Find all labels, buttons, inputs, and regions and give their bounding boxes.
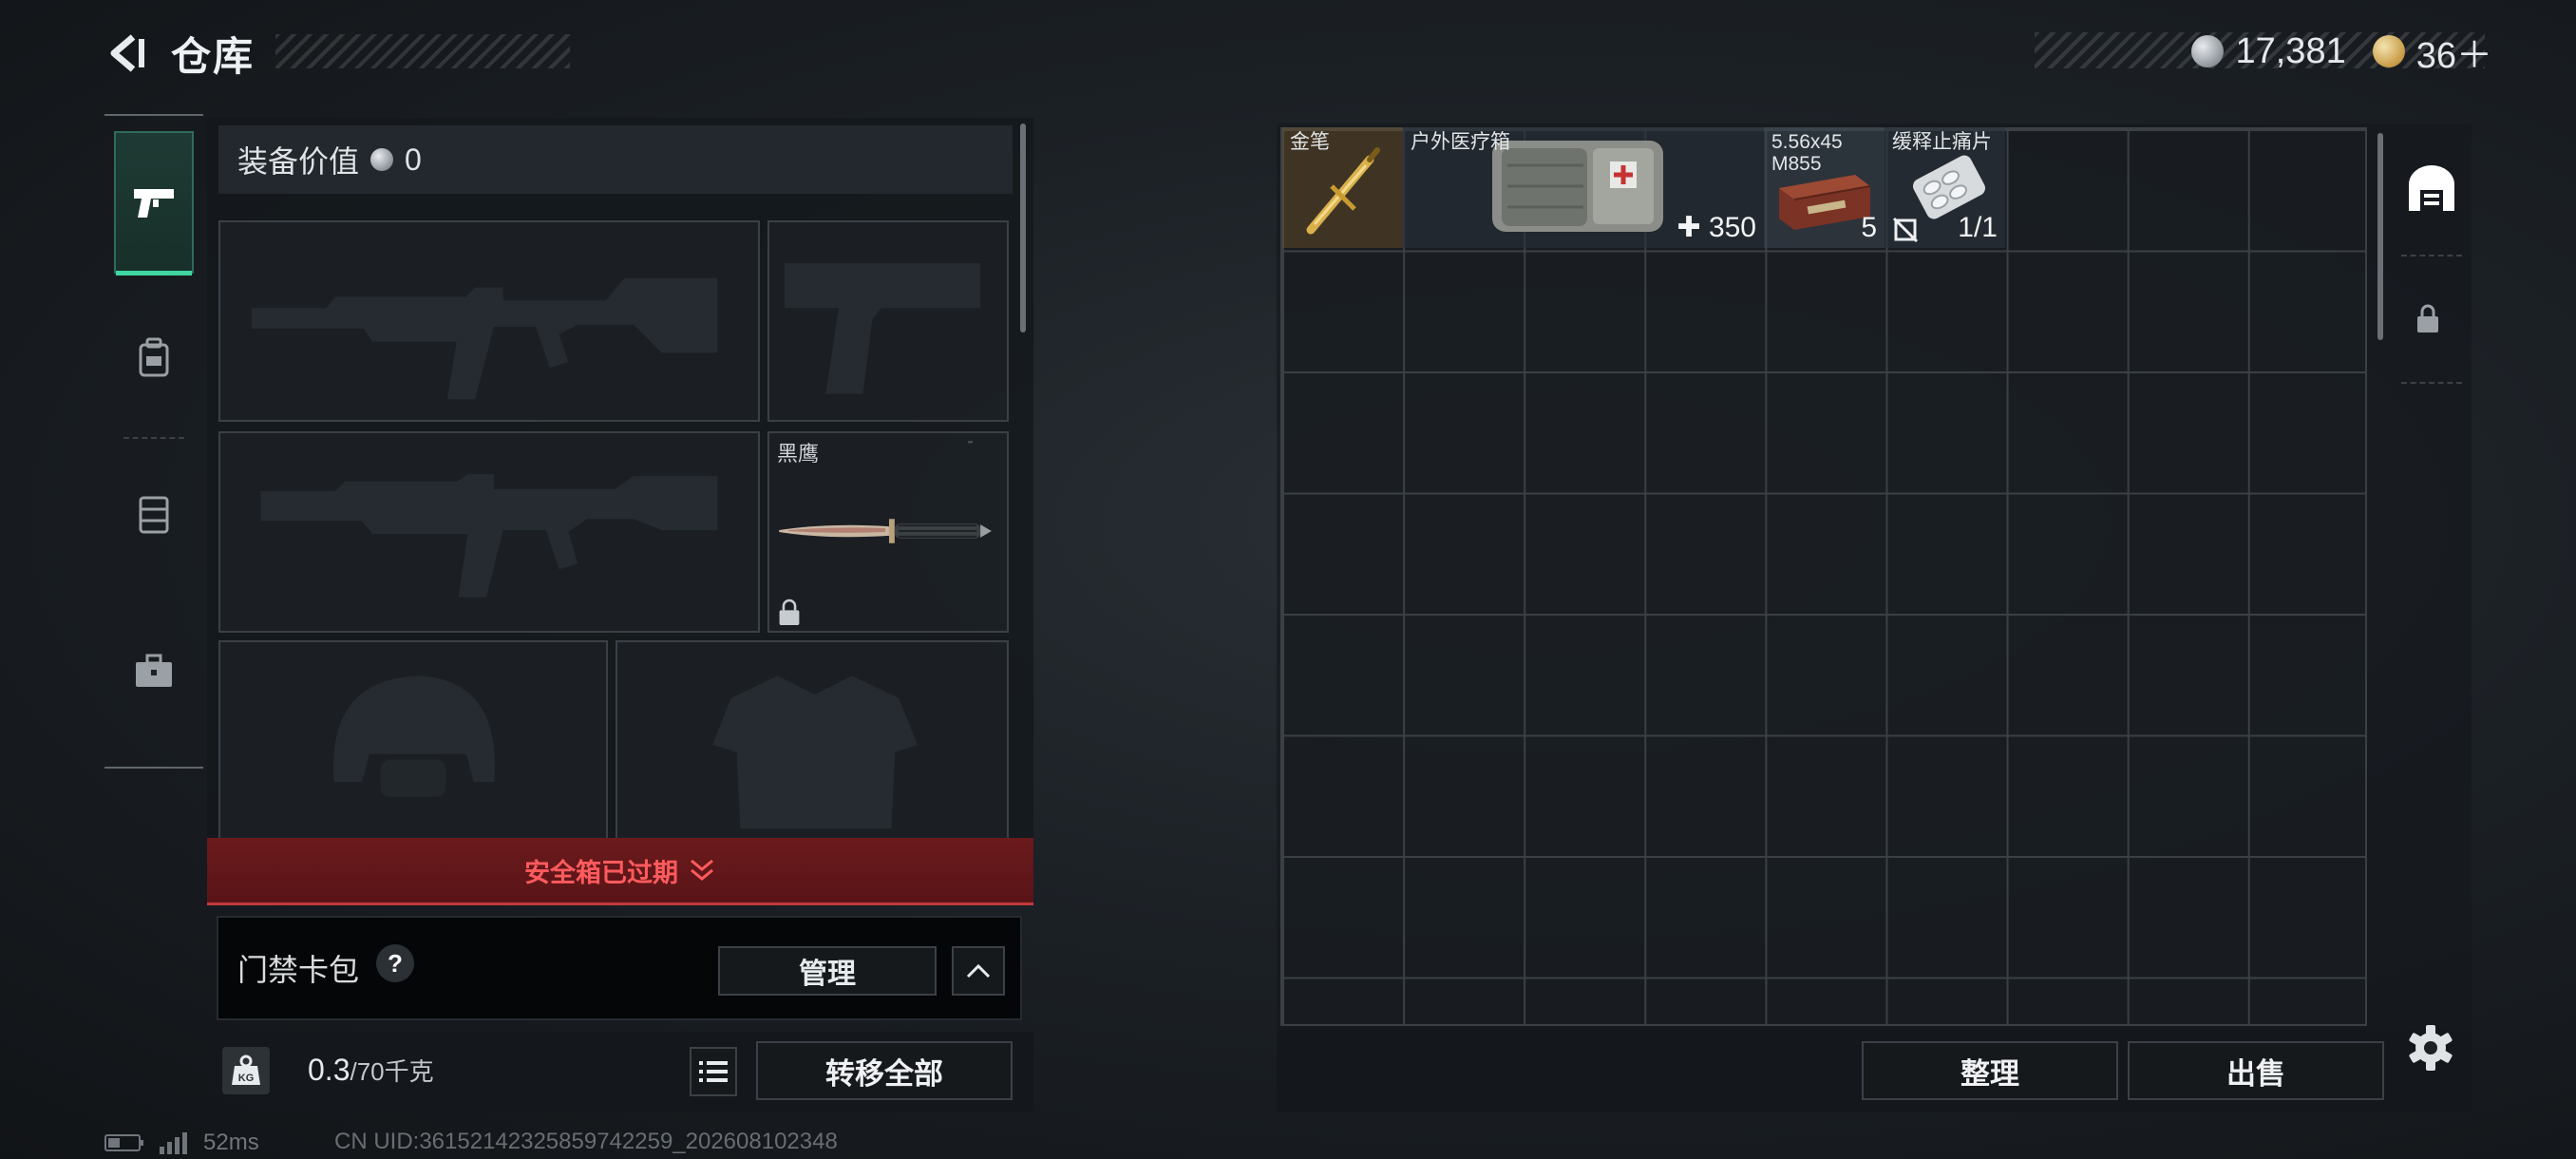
stash-item-gold-pen[interactable]: 金笔 xyxy=(1282,127,1403,248)
weight-current: 0.3 xyxy=(308,1053,350,1087)
currency-bar: 17,381 36＋ xyxy=(2191,27,2492,76)
silver-amount: 17,381 xyxy=(2235,30,2346,71)
plus-icon: ✚ xyxy=(1676,212,1709,243)
sell-button[interactable]: 出售 xyxy=(2128,1041,2384,1100)
silver-coin-icon xyxy=(370,148,394,171)
gold-amount[interactable]: 36＋ xyxy=(2416,26,2492,78)
lock-icon xyxy=(2417,304,2438,332)
primary-weapon-slot-2[interactable] xyxy=(218,431,760,633)
title-decoration xyxy=(275,34,570,68)
page-header: 仓库 xyxy=(104,27,255,80)
pistol-icon xyxy=(134,189,174,218)
double-chevron-down-icon xyxy=(691,859,713,881)
chevron-up-icon xyxy=(966,963,991,978)
tab-backpack[interactable] xyxy=(114,287,194,429)
equipment-value: 装备价值 0 xyxy=(218,125,1013,194)
pistol-slot[interactable] xyxy=(767,220,1009,422)
item-name: 金笔 xyxy=(1290,131,1330,153)
item-name: 户外医疗箱 xyxy=(1411,131,1510,153)
item-durability: ✚ 350 xyxy=(1676,211,1756,244)
transfer-all-button[interactable]: 转移全部 xyxy=(756,1041,1013,1100)
signal-icon xyxy=(160,1132,187,1154)
weight-icon: KG xyxy=(222,1047,270,1094)
equipment-value-label: 装备价值 xyxy=(237,144,360,179)
armor-silhouette-icon xyxy=(712,675,918,829)
keycard-wallet: 门禁卡包 ? 管理 xyxy=(217,916,1022,1020)
pistol-silhouette-icon xyxy=(785,263,981,394)
warehouse-icon xyxy=(2409,165,2454,211)
settings-gear-icon[interactable] xyxy=(2403,1020,2458,1075)
list-icon xyxy=(699,1061,728,1082)
item-count: 350 xyxy=(1708,212,1756,243)
weight-readout: 0.3/70千克 xyxy=(308,1053,434,1088)
swap-arrows-icon[interactable] xyxy=(967,439,1001,469)
equipment-value-amount: 0 xyxy=(405,142,422,177)
stash-item-ammo-556[interactable]: 5.56x45 M855 5 xyxy=(1764,127,1885,248)
tab-weapons[interactable] xyxy=(114,131,194,276)
item-count: 5 xyxy=(1861,212,1877,243)
lock-icon xyxy=(779,598,800,625)
item-count: 1/1 xyxy=(1958,212,1998,243)
page-title: 仓库 xyxy=(171,33,256,79)
rifle-silhouette-icon xyxy=(251,277,718,400)
tab-chest-rig[interactable] xyxy=(114,444,194,586)
tab-locked[interactable] xyxy=(2415,304,2449,342)
melee-slot[interactable]: 黑鹰 xyxy=(767,431,1009,633)
stash-item-outdoor-medkit[interactable]: 户外医疗箱 ✚ 350 xyxy=(1403,127,1764,248)
no-repair-icon xyxy=(1892,217,1919,243)
equipment-footer: KG 0.3/70千克 转移全部 xyxy=(207,1032,1033,1112)
safe-box-status: 安全箱已过期 xyxy=(524,858,678,887)
equipment-scrollbar[interactable] xyxy=(1020,124,1026,332)
stash-grid[interactable] xyxy=(1280,127,2367,1026)
manage-button[interactable]: 管理 xyxy=(718,946,937,996)
weight-icon-text: KG xyxy=(238,1073,255,1084)
chest-rig-icon xyxy=(139,496,169,534)
item-name: 缓释止痛片 xyxy=(1892,131,1992,153)
tab-warehouse[interactable] xyxy=(2397,154,2466,222)
weight-max: /70千克 xyxy=(350,1057,434,1086)
armor-slot[interactable] xyxy=(616,640,1009,842)
gold-coin-icon xyxy=(2372,35,2405,67)
stash-item-painkillers[interactable]: 缓释止痛片 1/1 xyxy=(1885,127,2005,248)
help-icon[interactable]: ? xyxy=(376,944,414,982)
ping: 52ms xyxy=(203,1130,259,1155)
battery-icon xyxy=(104,1134,143,1151)
item-name: 5.56x45 M855 xyxy=(1771,131,1843,175)
stash-scrollbar[interactable] xyxy=(2377,133,2383,340)
primary-weapon-slot-1[interactable] xyxy=(218,220,760,422)
collapse-button[interactable] xyxy=(952,946,1005,996)
toolbox-icon xyxy=(136,654,172,687)
category-tabs xyxy=(104,114,203,769)
keycard-label: 门禁卡包 xyxy=(237,953,360,987)
rifle-silhouette-icon xyxy=(260,474,718,598)
helmet-slot[interactable] xyxy=(218,640,608,842)
list-view-button[interactable] xyxy=(690,1047,737,1096)
helmet-silhouette-icon xyxy=(333,675,495,797)
stash-side-tabs xyxy=(2392,124,2472,384)
user-uid: CN UID:36152142325859742259_202608102348 xyxy=(334,1129,838,1154)
backpack-icon xyxy=(139,337,169,377)
tab-toolbox[interactable] xyxy=(114,600,194,743)
silver-coin-icon xyxy=(2191,35,2225,67)
back-arrow-icon[interactable] xyxy=(104,31,148,75)
status-bar: 52ms xyxy=(104,1129,259,1157)
stash-footer: 整理 出售 xyxy=(1277,1030,2472,1112)
safe-box-expired-banner[interactable]: 安全箱已过期 xyxy=(207,838,1033,905)
sort-button[interactable]: 整理 xyxy=(1862,1041,2118,1100)
